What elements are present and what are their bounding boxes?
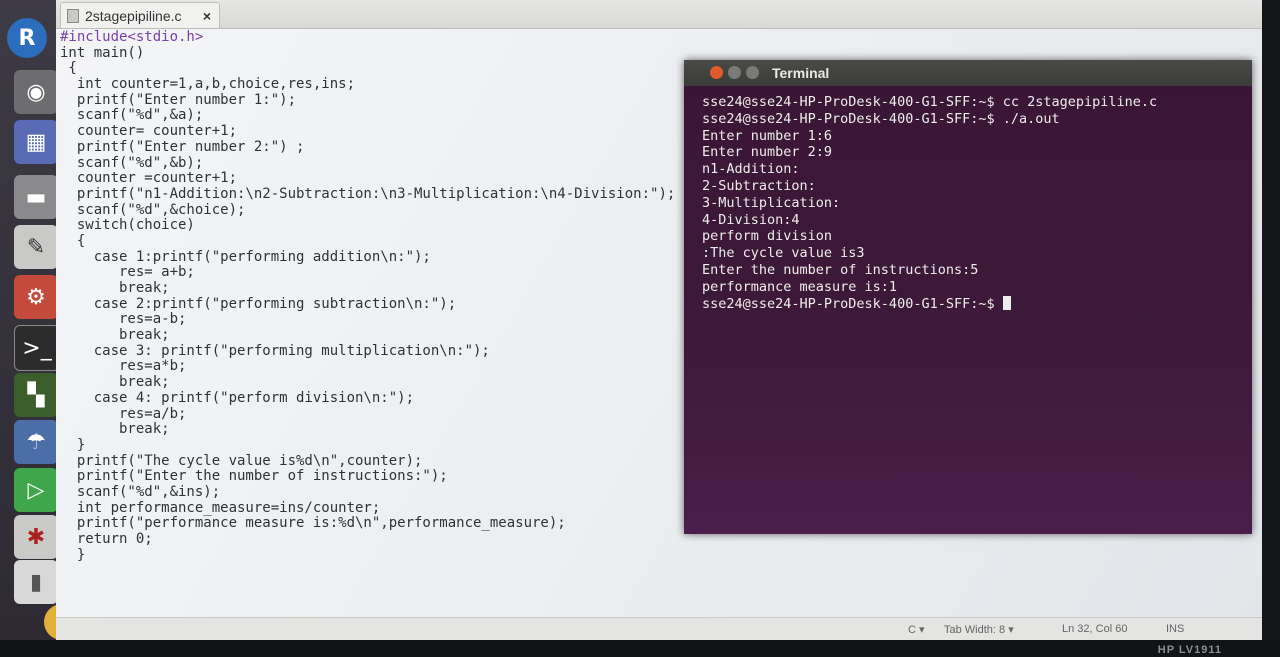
language-selector[interactable]: C ▾ (908, 623, 925, 636)
code-line: res=a-b; (60, 311, 187, 328)
tab-label: 2stagepipiline.c (85, 7, 182, 24)
code-line: res= a+b; (60, 264, 195, 281)
code-line: res=a/b; (60, 405, 187, 422)
bug-icon[interactable]: ✱ (14, 515, 58, 559)
code-line: int counter=1,a,b,choice,res,ins; (60, 76, 356, 93)
code-line: printf("Enter number 2:") ; (60, 138, 305, 155)
code-line: scanf("%d",&choice); (60, 201, 246, 218)
dash-icon[interactable]: R (7, 18, 47, 58)
code-line: int main() (60, 44, 145, 61)
code-line: #include<stdio.h> (60, 29, 204, 45)
code-line: case 2:printf("performing subtraction\n:… (60, 295, 457, 312)
text-cursor (1002, 295, 1011, 310)
media-play-icon[interactable]: ▷ (14, 468, 58, 512)
cursor-position: Ln 32, Col 60 (1062, 623, 1128, 635)
terminal-line: Enter the number of instructions:5 (702, 261, 979, 278)
code-line: printf("n1-Addition:\n2-Subtraction:\n3-… (60, 185, 676, 202)
close-icon[interactable] (710, 66, 723, 79)
tab-file[interactable]: 2stagepipiline.c × (60, 2, 220, 28)
monitor-bezel-right (1262, 0, 1280, 657)
terminal-line: 2-Subtraction: (702, 177, 816, 194)
screen: R ◉ ▦ ▬ ✎ ⚙ >_ ▚ ☂ ▷ ✱ ▮ 2stagepipiline.… (0, 0, 1262, 640)
monitor-brand: HP LV1911 (1157, 644, 1222, 656)
code-line: } (60, 546, 86, 563)
code-line: break; (60, 280, 170, 296)
code-line: case 4: printf("perform division\n:"); (60, 389, 415, 406)
code-line: printf("performance measure is:%d\n",per… (60, 515, 566, 532)
code-line: scanf("%d",&ins); (60, 483, 221, 500)
tab-bar: 2stagepipiline.c × (56, 0, 1262, 29)
terminal-line: n1-Addition: (702, 161, 800, 178)
code-line: switch(choice) (60, 217, 195, 234)
code-line: counter =counter+1; (60, 170, 238, 187)
code-line: counter= counter+1; (60, 123, 238, 140)
code-line: printf("The cycle value is%d\n",counter)… (60, 452, 423, 469)
insert-mode: INS (1166, 623, 1185, 635)
status-bar: C ▾ Tab Width: 8 ▾ Ln 32, Col 60 INS (56, 617, 1262, 640)
terminal-line: sse24@sse24-HP-ProDesk-400-G1-SFF:~$ cc … (702, 94, 1158, 110)
code-line: printf("Enter the number of instructions… (60, 468, 448, 485)
terminal-line: perform division (702, 228, 833, 245)
text-editor-icon[interactable]: ✎ (14, 225, 58, 269)
code-line: case 1:printf("performing addition\n:"); (60, 248, 431, 265)
settings-icon[interactable]: ⚙ (14, 275, 58, 319)
terminal-line: performance measure is:1 (702, 278, 898, 295)
tab-width-selector[interactable]: Tab Width: 8 ▾ (944, 623, 1014, 636)
code-line: { (60, 60, 77, 77)
terminal-line: sse24@sse24-HP-ProDesk-400-G1-SFF:~$ ./a… (702, 110, 1060, 127)
camera-icon[interactable]: ◉ (14, 70, 58, 114)
code-line: scanf("%d",&b); (60, 154, 204, 171)
terminal-line: 4-Division:4 (702, 211, 800, 228)
drive-icon[interactable]: ▬ (14, 175, 58, 219)
maximize-icon[interactable] (746, 66, 759, 79)
close-icon[interactable]: × (203, 8, 211, 24)
terminal-prompt[interactable]: sse24@sse24-HP-ProDesk-400-G1-SFF:~$ (702, 295, 1252, 313)
minimize-icon[interactable] (728, 66, 741, 79)
code-line: } (60, 436, 86, 453)
network-icon[interactable]: ☂ (14, 420, 58, 464)
code-line: return 0; (60, 531, 153, 547)
code-area[interactable]: #include<stdio.h> int main() { int counte… (60, 29, 760, 610)
code-line: printf("Enter number 1:"); (60, 91, 297, 108)
terminal-line: Enter number 1:6 (702, 127, 833, 144)
terminal-line: Enter number 2:9 (702, 144, 833, 161)
terminal-icon[interactable]: >_ (14, 325, 60, 371)
code-line: { (60, 232, 86, 249)
code-line: int performance_measure=ins/counter; (60, 499, 381, 516)
terminal-line: :The cycle value is3 (702, 245, 865, 262)
code-line: break; (60, 374, 170, 391)
remote-desktop-icon[interactable]: ▦ (14, 120, 58, 164)
terminal-line: 3-Multiplication: (702, 194, 841, 211)
usb-icon[interactable]: ▮ (14, 560, 58, 604)
terminal-output[interactable]: sse24@sse24-HP-ProDesk-400-G1-SFF:~$ cc … (684, 86, 1252, 312)
terminal-title: Terminal (772, 65, 830, 81)
terminal-titlebar[interactable]: Terminal (684, 60, 1252, 86)
file-icon (67, 8, 79, 23)
code-line: break; (60, 327, 170, 344)
terminal-window[interactable]: Terminal sse24@sse24-HP-ProDesk-400-G1-S… (684, 60, 1252, 534)
prompt-text: sse24@sse24-HP-ProDesk-400-G1-SFF:~$ (702, 295, 1003, 312)
monitor-bezel-bottom: HP LV1911 (0, 640, 1280, 657)
code-line: break; (60, 421, 170, 438)
code-line: case 3: printf("performing multiplicatio… (60, 342, 490, 359)
dash-label: R (18, 25, 36, 51)
code-line: res=a*b; (60, 358, 187, 375)
code-line: scanf("%d",&a); (60, 107, 204, 124)
workspace-icon[interactable]: ▚ (14, 373, 58, 417)
